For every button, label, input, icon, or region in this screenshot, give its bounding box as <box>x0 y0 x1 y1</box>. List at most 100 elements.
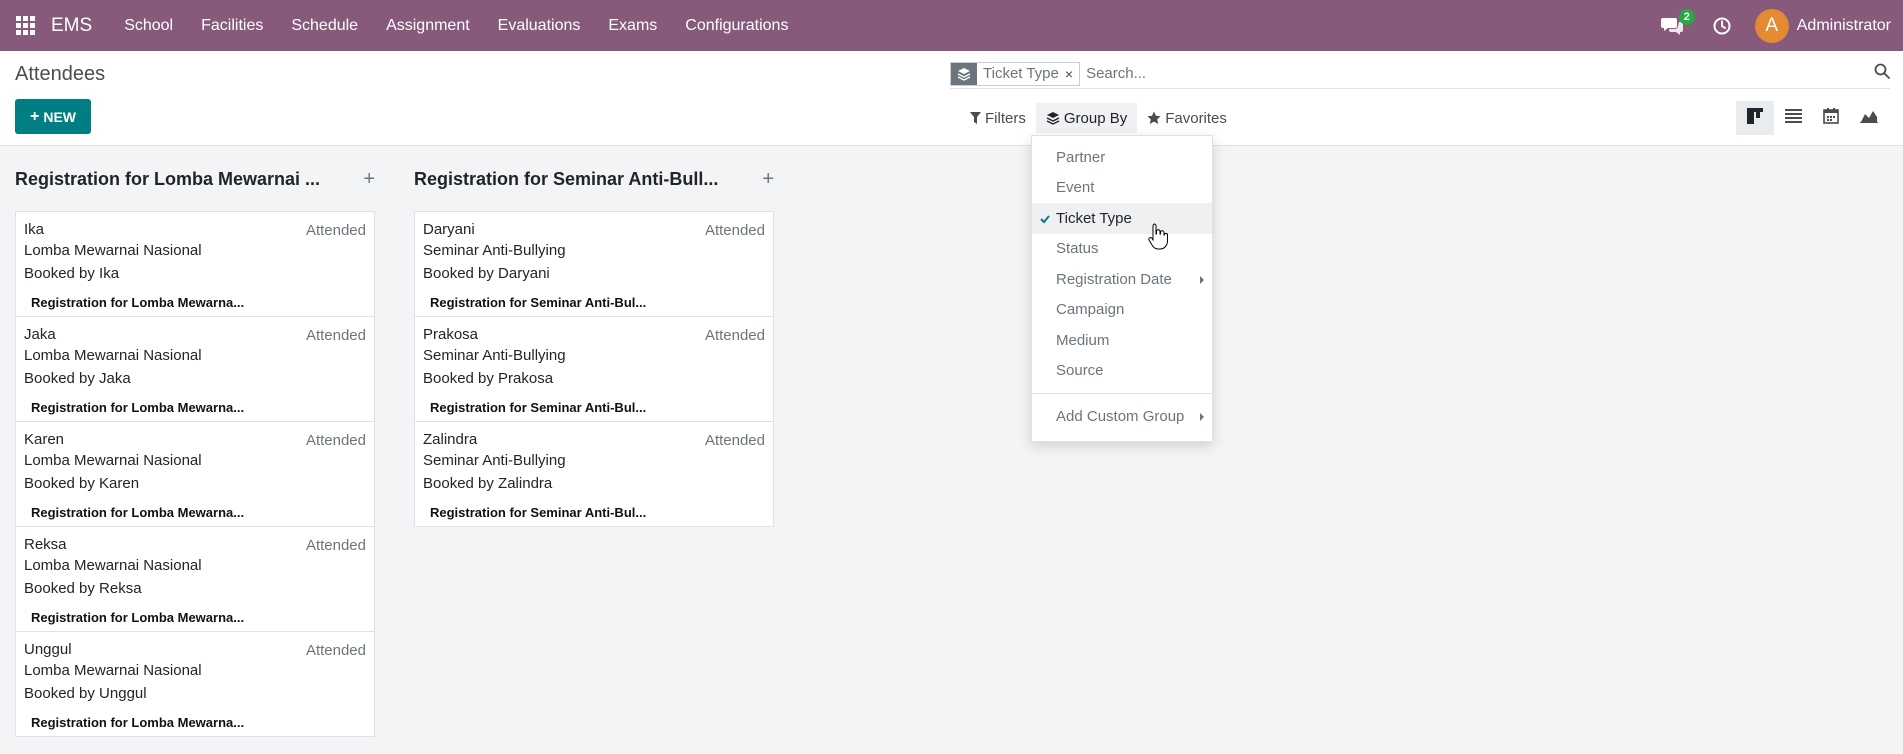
attendee-booked-by: Booked by Karen <box>24 475 140 492</box>
chat-icon[interactable]: 2 <box>1657 0 1695 51</box>
attendee-booked-by: Booked by Zalindra <box>423 475 553 492</box>
filters-button[interactable]: Filters <box>960 103 1036 133</box>
column-header[interactable]: Registration for Seminar Anti-Bull... + <box>414 146 774 212</box>
attendee-event: Lomba Mewarnai Nasional <box>24 662 202 679</box>
kanban-card[interactable]: Prakosa Attended Seminar Anti-Bullying B… <box>414 316 774 422</box>
app-brand[interactable]: EMS <box>51 15 92 37</box>
dd-label: Status <box>1056 240 1099 258</box>
activity-clock-icon[interactable] <box>1707 0 1737 51</box>
attendee-status: Attended <box>305 537 366 554</box>
add-custom-group[interactable]: Add Custom Group <box>1032 401 1212 432</box>
user-avatar[interactable]: A <box>1754 8 1789 43</box>
area-chart-icon <box>1860 109 1878 127</box>
user-name[interactable]: Administrator <box>1797 17 1891 35</box>
kanban-card[interactable]: Karen Attended Lomba Mewarnai Nasional B… <box>15 421 375 527</box>
attendee-status: Attended <box>305 327 366 344</box>
kanban-card[interactable]: Jaka Attended Lomba Mewarnai Nasional Bo… <box>15 316 375 422</box>
menu-school[interactable]: School <box>110 0 187 51</box>
menu-assignment[interactable]: Assignment <box>372 0 484 51</box>
kanban-card[interactable]: Zalindra Attended Seminar Anti-Bullying … <box>414 421 774 527</box>
attendee-ticket: Registration for Seminar Anti-Bul... <box>430 505 647 520</box>
attendee-status: Attended <box>704 432 765 449</box>
group-by-dropdown: Partner Event Ticket Type Status Registr… <box>1031 135 1213 442</box>
list-view-button[interactable] <box>1774 101 1812 135</box>
group-by-button[interactable]: Group By <box>1035 103 1138 133</box>
kanban-view-button[interactable] <box>1736 101 1774 135</box>
facet-remove-icon[interactable]: × <box>1065 66 1079 82</box>
group-by-registration-date[interactable]: Registration Date <box>1032 264 1212 295</box>
caret-right-icon <box>1200 276 1204 284</box>
search-bar: Ticket Type × <box>950 59 1890 89</box>
menu-configurations[interactable]: Configurations <box>671 0 802 51</box>
attendee-booked-by: Booked by Prakosa <box>423 370 554 387</box>
top-navbar: EMS School Facilities Schedule Assignmen… <box>0 0 1903 51</box>
attendee-booked-by: Booked by Jaka <box>24 370 131 387</box>
checkmark-icon <box>1040 211 1050 228</box>
group-by-medium[interactable]: Medium <box>1032 325 1212 356</box>
attendee-event: Lomba Mewarnai Nasional <box>24 452 202 469</box>
attendee-booked-by: Booked by Daryani <box>423 265 550 282</box>
dd-label: Source <box>1056 362 1104 380</box>
group-by-ticket-type[interactable]: Ticket Type <box>1032 203 1212 234</box>
attendee-status: Attended <box>305 432 366 449</box>
attendee-status: Attended <box>704 327 765 344</box>
kanban-card[interactable]: Daryani Attended Seminar Anti-Bullying B… <box>414 211 774 317</box>
attendee-event: Lomba Mewarnai Nasional <box>24 557 202 574</box>
caret-right-icon <box>1200 413 1204 421</box>
group-by-event[interactable]: Event <box>1032 173 1212 204</box>
menu-facilities[interactable]: Facilities <box>187 0 277 51</box>
dd-label: Event <box>1056 179 1095 197</box>
kanban-card[interactable]: Reksa Attended Lomba Mewarnai Nasional B… <box>15 526 375 632</box>
attendee-ticket: Registration for Lomba Mewarna... <box>31 400 245 415</box>
hand-cursor-icon <box>1148 222 1168 254</box>
menu-schedule[interactable]: Schedule <box>277 0 372 51</box>
attendee-ticket: Registration for Lomba Mewarna... <box>31 715 245 730</box>
list-icon <box>1784 109 1802 127</box>
favorites-button[interactable]: Favorites <box>1137 103 1237 133</box>
attendee-status: Attended <box>305 222 366 239</box>
attendee-ticket: Registration for Seminar Anti-Bul... <box>430 295 647 310</box>
attendee-event: Lomba Mewarnai Nasional <box>24 242 202 259</box>
column-header[interactable]: Registration for Lomba Mewarnai ... + <box>15 146 375 212</box>
new-button-label: NEW <box>43 108 76 125</box>
quick-create-plus-icon[interactable]: + <box>363 168 375 191</box>
group-by-status[interactable]: Status <box>1032 234 1212 265</box>
attendee-booked-by: Booked by Ika <box>24 265 120 282</box>
group-by-campaign[interactable]: Campaign <box>1032 295 1212 326</box>
quick-create-plus-icon[interactable]: + <box>762 168 774 191</box>
dd-label: Partner <box>1056 148 1106 166</box>
search-icon[interactable] <box>1874 63 1890 83</box>
kanban-column: Registration for Seminar Anti-Bull... + … <box>414 146 774 527</box>
kanban-card[interactable]: Ika Attended Lomba Mewarnai Nasional Boo… <box>15 211 375 317</box>
group-by-source[interactable]: Source <box>1032 356 1212 387</box>
attendee-status: Attended <box>305 642 366 659</box>
graph-view-button[interactable] <box>1850 101 1888 135</box>
star-icon <box>1147 111 1161 125</box>
calendar-icon <box>1823 108 1839 128</box>
search-options: Filters Group By Favorites <box>960 103 1237 133</box>
search-facet-ticket-type[interactable]: Ticket Type × <box>950 61 1081 86</box>
kanban-icon <box>1747 108 1763 128</box>
calendar-view-button[interactable] <box>1812 101 1850 135</box>
menu-exams[interactable]: Exams <box>594 0 671 51</box>
dd-label: Ticket Type <box>1056 209 1132 227</box>
dd-label: Add Custom Group <box>1056 407 1185 425</box>
layers-icon <box>1046 111 1060 125</box>
attendee-booked-by: Booked by Unggul <box>24 685 147 702</box>
column-title: Registration for Seminar Anti-Bull... <box>414 168 719 189</box>
kanban-card[interactable]: Unggul Attended Lomba Mewarnai Nasional … <box>15 631 375 737</box>
attendee-event: Seminar Anti-Bullying <box>423 452 566 469</box>
favorites-label: Favorites <box>1165 109 1227 127</box>
attendee-ticket: Registration for Seminar Anti-Bul... <box>430 400 647 415</box>
filters-label: Filters <box>985 109 1026 127</box>
menu-evaluations[interactable]: Evaluations <box>484 0 595 51</box>
attendee-ticket: Registration for Lomba Mewarna... <box>31 505 245 520</box>
group-by-partner[interactable]: Partner <box>1032 142 1212 173</box>
search-input[interactable] <box>1086 65 1867 82</box>
dd-label: Registration Date <box>1056 270 1172 288</box>
new-button[interactable]: + NEW <box>15 99 91 134</box>
view-switcher <box>1736 101 1888 135</box>
apps-menu-icon[interactable] <box>0 0 51 51</box>
page-title: Attendees <box>15 63 106 85</box>
layers-icon <box>951 62 977 85</box>
